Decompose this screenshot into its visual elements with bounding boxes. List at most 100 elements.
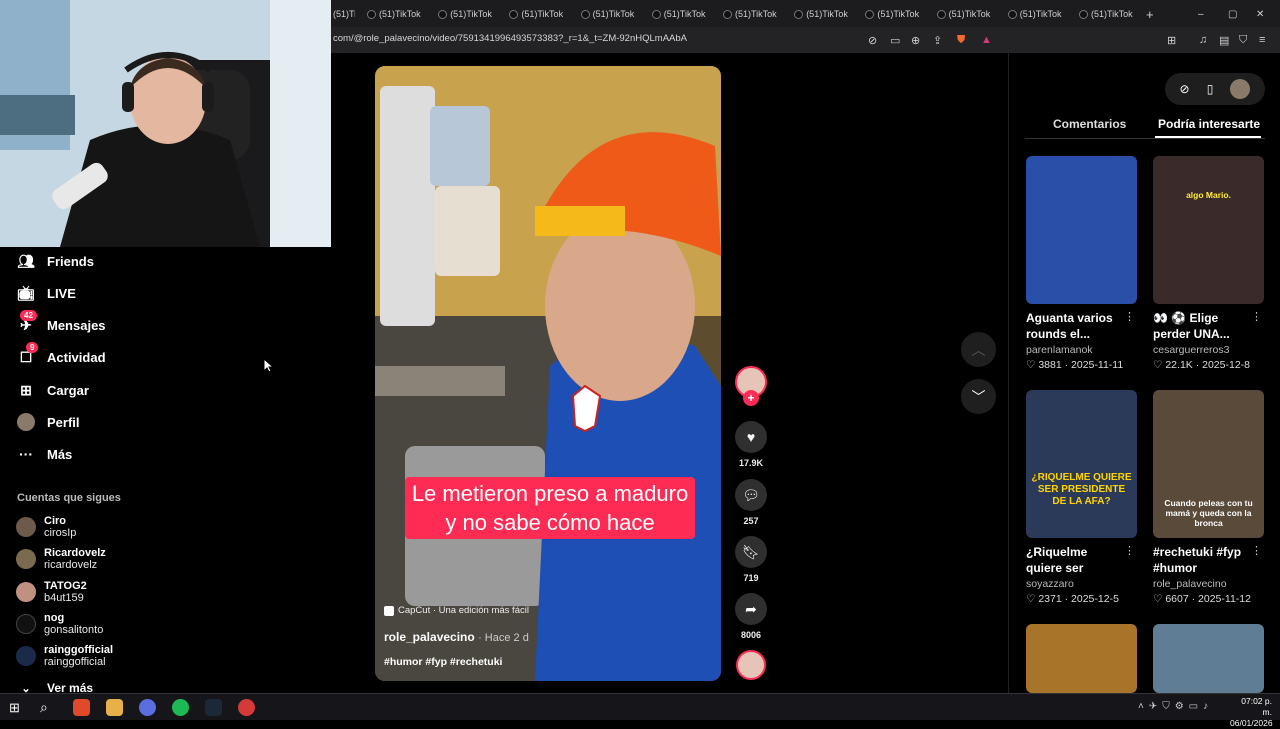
video-player[interactable] xyxy=(375,66,721,681)
windows-start-icon[interactable]: ⊞ xyxy=(9,700,20,716)
card-title[interactable]: 👀 ⚽ Elige perder UNA... xyxy=(1153,310,1253,342)
sidebar-item-profile[interactable]: Perfil xyxy=(17,413,80,431)
video-author[interactable]: role_palavecino · Hace 2 d xyxy=(384,630,529,644)
following-item[interactable]: TATOG2 b4ut159 xyxy=(16,580,87,604)
browser-tab[interactable]: (51)TikTok xyxy=(580,6,645,22)
compass-icon[interactable]: ⊘ xyxy=(1180,82,1190,96)
card-title[interactable]: Aguanta varios rounds el... xyxy=(1026,310,1126,342)
spotify-icon[interactable] xyxy=(172,699,189,716)
card-menu-icon[interactable]: ⋮ xyxy=(1251,310,1262,323)
following-item[interactable]: nog gonsalitonto xyxy=(16,612,103,636)
video-thumbnail[interactable]: algo Mario. xyxy=(1153,156,1264,304)
card-title[interactable]: #rechetuki #fyp #humor xyxy=(1153,544,1253,576)
steam-icon[interactable] xyxy=(205,699,222,716)
video-thumbnail[interactable] xyxy=(1153,624,1264,693)
suggested-video-card[interactable]: Cuando peleas con tu mamá y queda con la… xyxy=(1153,390,1264,605)
avatar xyxy=(16,582,36,602)
share-icon[interactable]: ⇪ xyxy=(933,34,942,47)
phone-icon[interactable]: ▯ xyxy=(1207,82,1214,96)
video-thumbnail[interactable] xyxy=(1026,624,1137,693)
obs-icon[interactable] xyxy=(238,699,255,716)
no-tracking-icon[interactable]: ⊘ xyxy=(868,34,877,47)
browser-tab[interactable]: (51)TikTok xyxy=(333,6,355,22)
card-user[interactable]: parenlamanok xyxy=(1026,344,1137,356)
card-menu-icon[interactable]: ⋮ xyxy=(1124,310,1135,323)
tab-comments[interactable]: Comentarios xyxy=(1053,117,1126,131)
following-item[interactable]: Ricardovelz ricardovelz xyxy=(16,547,106,571)
previous-video-button[interactable]: ︿ xyxy=(961,332,996,367)
vpn-icon[interactable]: ⛉ xyxy=(1239,34,1247,47)
minimize-icon[interactable]: – xyxy=(1198,6,1204,22)
browser-tab[interactable]: (51)TikTok xyxy=(1079,6,1143,22)
video-thumbnail[interactable]: Cuando peleas con tu mamá y queda con la… xyxy=(1153,390,1264,538)
brave-shield-icon[interactable]: ⛊ xyxy=(957,34,965,47)
author-avatar-button[interactable]: + xyxy=(735,366,767,406)
following-item[interactable]: Ciro cirosIp xyxy=(16,515,76,539)
file-explorer-icon[interactable] xyxy=(106,699,123,716)
sidebar-item-activity[interactable]: ☐ 9 Actividad xyxy=(17,342,106,366)
browser-tab[interactable]: (51)TikTok xyxy=(651,6,716,22)
comment-button[interactable]: 💬︎ 257 xyxy=(735,479,767,526)
follow-plus-icon[interactable]: + xyxy=(743,390,759,406)
sidebar-item-live[interactable]: 📺︎ LIVE xyxy=(17,284,76,302)
video-thumbnail[interactable] xyxy=(1026,156,1137,304)
avatar xyxy=(16,614,36,634)
card-menu-icon[interactable]: ⋮ xyxy=(1251,544,1262,557)
like-button[interactable]: ♥ 17.9K xyxy=(735,421,767,468)
reader-icon[interactable]: ▤ xyxy=(1219,34,1229,47)
sidebar-item-messages[interactable]: ✈︎ 42 Mensajes xyxy=(17,310,106,334)
search-icon[interactable]: ⌕ xyxy=(40,699,48,716)
zoom-icon[interactable]: ⊕ xyxy=(911,34,920,47)
suggested-video-card[interactable] xyxy=(1026,624,1137,693)
menu-icon[interactable]: ≡ xyxy=(1259,34,1265,46)
suggested-video-card[interactable] xyxy=(1153,624,1264,693)
discord-icon[interactable] xyxy=(139,699,156,716)
following-item[interactable]: rainggofficial rainggofficial xyxy=(16,644,113,668)
tab-suggested[interactable]: Podría interesarte xyxy=(1158,117,1260,131)
media-icon[interactable]: ♫ xyxy=(1199,34,1207,46)
browser-tab[interactable]: (51)TikTok xyxy=(438,6,502,22)
suggested-video-card[interactable]: Aguanta varios rounds el... ⋮ parenlamanok… xyxy=(1026,156,1137,371)
following-handle: cirosIp xyxy=(44,527,77,539)
sidebar-item-upload[interactable]: ⊞ Cargar xyxy=(17,381,89,399)
card-user[interactable]: cesarguerreros3 xyxy=(1153,344,1264,356)
video-thumbnail[interactable]: ¿RIQUELME QUIERE SER PRESIDENTE DE LA AF… xyxy=(1026,390,1137,538)
capcut-tag[interactable]: CapCut · Una edición más fácil xyxy=(384,605,529,616)
display-icon[interactable]: ▭ xyxy=(890,34,900,47)
card-user[interactable]: role_palavecino xyxy=(1153,578,1264,590)
address-bar[interactable]: com/@role_palavecino/video/7591341996493… xyxy=(331,27,1280,53)
maximize-icon[interactable]: ▢ xyxy=(1228,6,1237,22)
thumbnail-text-overlay: Cuando peleas con tu mamá y queda con la… xyxy=(1164,498,1253,528)
sidebar-item-more[interactable]: ··· Más xyxy=(17,445,72,463)
close-icon[interactable]: ✕ xyxy=(1256,6,1264,22)
tab-title: (51)TikTok xyxy=(735,9,777,19)
system-tray-icons[interactable]: ˄✈⛉⚙▭♪ xyxy=(1138,701,1213,712)
browser-tab[interactable]: (51)TikTok xyxy=(723,6,787,22)
brave-icon[interactable] xyxy=(73,699,90,716)
next-video-button[interactable]: ﹀ xyxy=(961,379,996,414)
sound-disc-button[interactable] xyxy=(735,650,767,680)
sidebar: 👥︎ Friends 📺︎ LIVE ✈︎ 42 Mensajes ☐ 9 Ac… xyxy=(0,247,331,695)
browser-tab[interactable]: (51)TikTok xyxy=(367,6,431,22)
browser-tab[interactable]: (51)TikTok xyxy=(509,6,573,22)
suggested-video-card[interactable]: algo Mario. 👀 ⚽ Elige perder UNA... ⋮ cesar… xyxy=(1153,156,1264,371)
card-title[interactable]: ¿Riquelme quiere ser presidente d... xyxy=(1026,544,1126,576)
brave-rewards-icon[interactable]: ▲ xyxy=(981,34,992,46)
suggested-video-card[interactable]: ¿RIQUELME QUIERE SER PRESIDENTE DE LA AF… xyxy=(1026,390,1137,605)
share-button[interactable]: ➦ 8006 xyxy=(735,593,767,640)
card-menu-icon[interactable]: ⋮ xyxy=(1124,544,1135,557)
tiktok-icon xyxy=(794,9,804,19)
video-hashtags[interactable]: #humor #fyp #rechetuki xyxy=(384,656,502,668)
sidebar-toggle-icon[interactable]: ⊞ xyxy=(1167,34,1176,47)
card-user[interactable]: soyazzaro xyxy=(1026,578,1137,590)
sidebar-item-friends[interactable]: 👥︎ Friends xyxy=(17,252,94,270)
url-text[interactable]: com/@role_palavecino/video/7591341996493… xyxy=(333,33,687,44)
browser-tab[interactable]: (51)TikTok xyxy=(936,6,1001,22)
new-tab-button[interactable]: + xyxy=(1146,6,1154,22)
user-avatar[interactable] xyxy=(1230,79,1251,99)
browser-tab[interactable]: (51)TikTok xyxy=(794,6,858,22)
save-button[interactable]: 🔖︎ 719 xyxy=(735,536,767,583)
browser-tab[interactable]: (51)TikTok xyxy=(1007,6,1072,22)
clock[interactable]: 07:02 p. m. 06/01/2026 xyxy=(1230,696,1273,729)
browser-tab[interactable]: (51)TikTok xyxy=(865,6,929,22)
